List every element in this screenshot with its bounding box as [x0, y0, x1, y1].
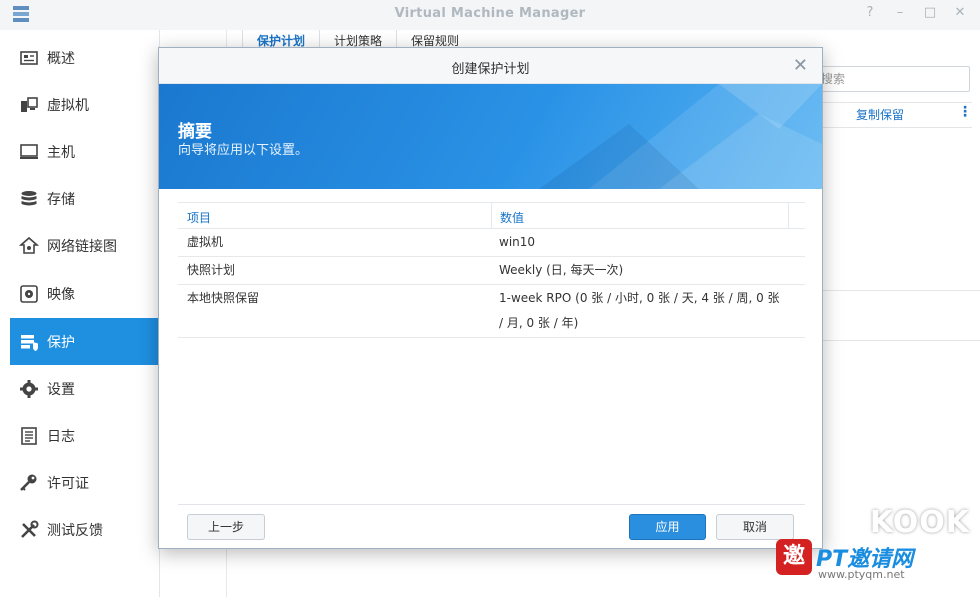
table-row: 虚拟机 win10 [178, 229, 805, 257]
sidebar-item-label: 网络链接图 [47, 238, 117, 255]
row-value-line: 1-week RPO (0 张 / 小时, 0 张 / 天, 4 张 / 周, … [499, 291, 780, 305]
host-icon [18, 141, 40, 163]
sidebar-item-label: 设置 [47, 381, 75, 398]
sidebar-item-label: 存储 [47, 191, 75, 208]
sidebar-item-image[interactable]: 映像 [10, 270, 158, 317]
wizard-banner: 摘要 向导将应用以下设置。 [159, 84, 822, 189]
sidebar-item-network[interactable]: 网络链接图 [10, 222, 158, 269]
banner-decoration [539, 84, 822, 189]
sidebar-item-label: 虚拟机 [47, 97, 89, 114]
dialog-titlebar: 创建保护计划 ✕ [159, 48, 822, 84]
protection-icon [18, 331, 40, 353]
row-item: 虚拟机 [187, 235, 224, 249]
column-header-item[interactable]: 项目 [178, 203, 491, 228]
sidebar-item-label: 许可证 [47, 475, 89, 492]
divider [820, 290, 980, 291]
create-protection-plan-dialog: 创建保护计划 ✕ 摘要 向导将应用以下设置。 项目 数值 虚拟机 win10 快… [158, 47, 823, 549]
column-spacer [788, 203, 805, 228]
sidebar: 概述 虚拟机 主机 存储 网络链接图 映像 保护 设置 日志 许可证 测试反馈 [0, 30, 160, 597]
summary-table: 项目 数值 虚拟机 win10 快照计划 Weekly (日, 每天一次) 本地… [178, 202, 805, 338]
divider [820, 340, 980, 341]
watermark-url: www.ptyqm.net [818, 568, 905, 581]
sidebar-item-vm[interactable]: 虚拟机 [10, 81, 158, 128]
maximize-icon[interactable]: □ [922, 5, 938, 21]
column-header-value[interactable]: 数值 [491, 203, 788, 228]
sidebar-item-label: 保护 [47, 334, 75, 351]
column-header-replication-retention[interactable]: 复制保留 [856, 106, 904, 123]
feedback-icon [18, 519, 40, 541]
close-icon[interactable]: ✕ [793, 55, 808, 76]
close-window-icon[interactable]: ✕ [952, 5, 968, 21]
sidebar-item-log[interactable]: 日志 [10, 412, 158, 459]
sidebar-item-feedback[interactable]: 测试反馈 [10, 506, 158, 553]
dialog-footer-divider [178, 504, 805, 505]
sidebar-item-label: 主机 [47, 144, 75, 161]
row-value-line: / 月, 0 张 / 年) [499, 316, 579, 330]
table-row: 本地快照保留 1-week RPO (0 张 / 小时, 0 张 / 天, 4 … [178, 285, 805, 338]
settings-icon [18, 378, 40, 400]
vm-icon [18, 94, 40, 116]
image-icon [18, 283, 40, 305]
sidebar-item-protection[interactable]: 保护 [10, 318, 158, 365]
sidebar-item-settings[interactable]: 设置 [10, 365, 158, 412]
row-item: 本地快照保留 [187, 291, 260, 305]
sidebar-item-overview[interactable]: 概述 [10, 34, 158, 81]
window-title: Virtual Machine Manager [394, 6, 586, 21]
table-row: 快照计划 Weekly (日, 每天一次) [178, 257, 805, 285]
apply-button[interactable]: 应用 [629, 514, 706, 540]
sidebar-item-host[interactable]: 主机 [10, 128, 158, 175]
row-value: win10 [499, 235, 536, 249]
sidebar-item-label: 测试反馈 [47, 522, 103, 539]
sidebar-item-label: 概述 [47, 50, 75, 67]
watermark-brand: KOOK [869, 505, 970, 540]
search-input[interactable]: 搜索 [812, 66, 970, 92]
row-value: Weekly (日, 每天一次) [499, 263, 624, 277]
storage-icon [18, 188, 40, 210]
log-icon [18, 425, 40, 447]
license-icon [18, 472, 40, 494]
banner-subtitle: 向导将应用以下设置。 [178, 143, 309, 158]
sidebar-item-label: 映像 [47, 286, 75, 303]
dialog-title: 创建保护计划 [451, 62, 530, 77]
window-titlebar: Virtual Machine Manager ? – □ ✕ [0, 0, 980, 30]
previous-button[interactable]: 上一步 [187, 514, 265, 540]
overview-icon [18, 47, 40, 69]
table-header-row: 项目 数值 [178, 202, 805, 229]
watermark: KOOK 邀 PT邀请网 www.ptyqm.net [772, 505, 980, 597]
sidebar-item-license[interactable]: 许可证 [10, 459, 158, 506]
sidebar-item-storage[interactable]: 存储 [10, 175, 158, 222]
sidebar-item-label: 日志 [47, 428, 75, 445]
watermark-badge: 邀 [776, 539, 812, 575]
minimize-icon[interactable]: – [892, 5, 908, 21]
help-icon[interactable]: ? [862, 5, 878, 21]
row-value: 1-week RPO (0 张 / 小时, 0 张 / 天, 4 张 / 周, … [491, 285, 788, 337]
column-menu-icon[interactable]: ⋮ [958, 104, 972, 120]
network-icon [18, 235, 40, 257]
row-item: 快照计划 [187, 263, 236, 277]
